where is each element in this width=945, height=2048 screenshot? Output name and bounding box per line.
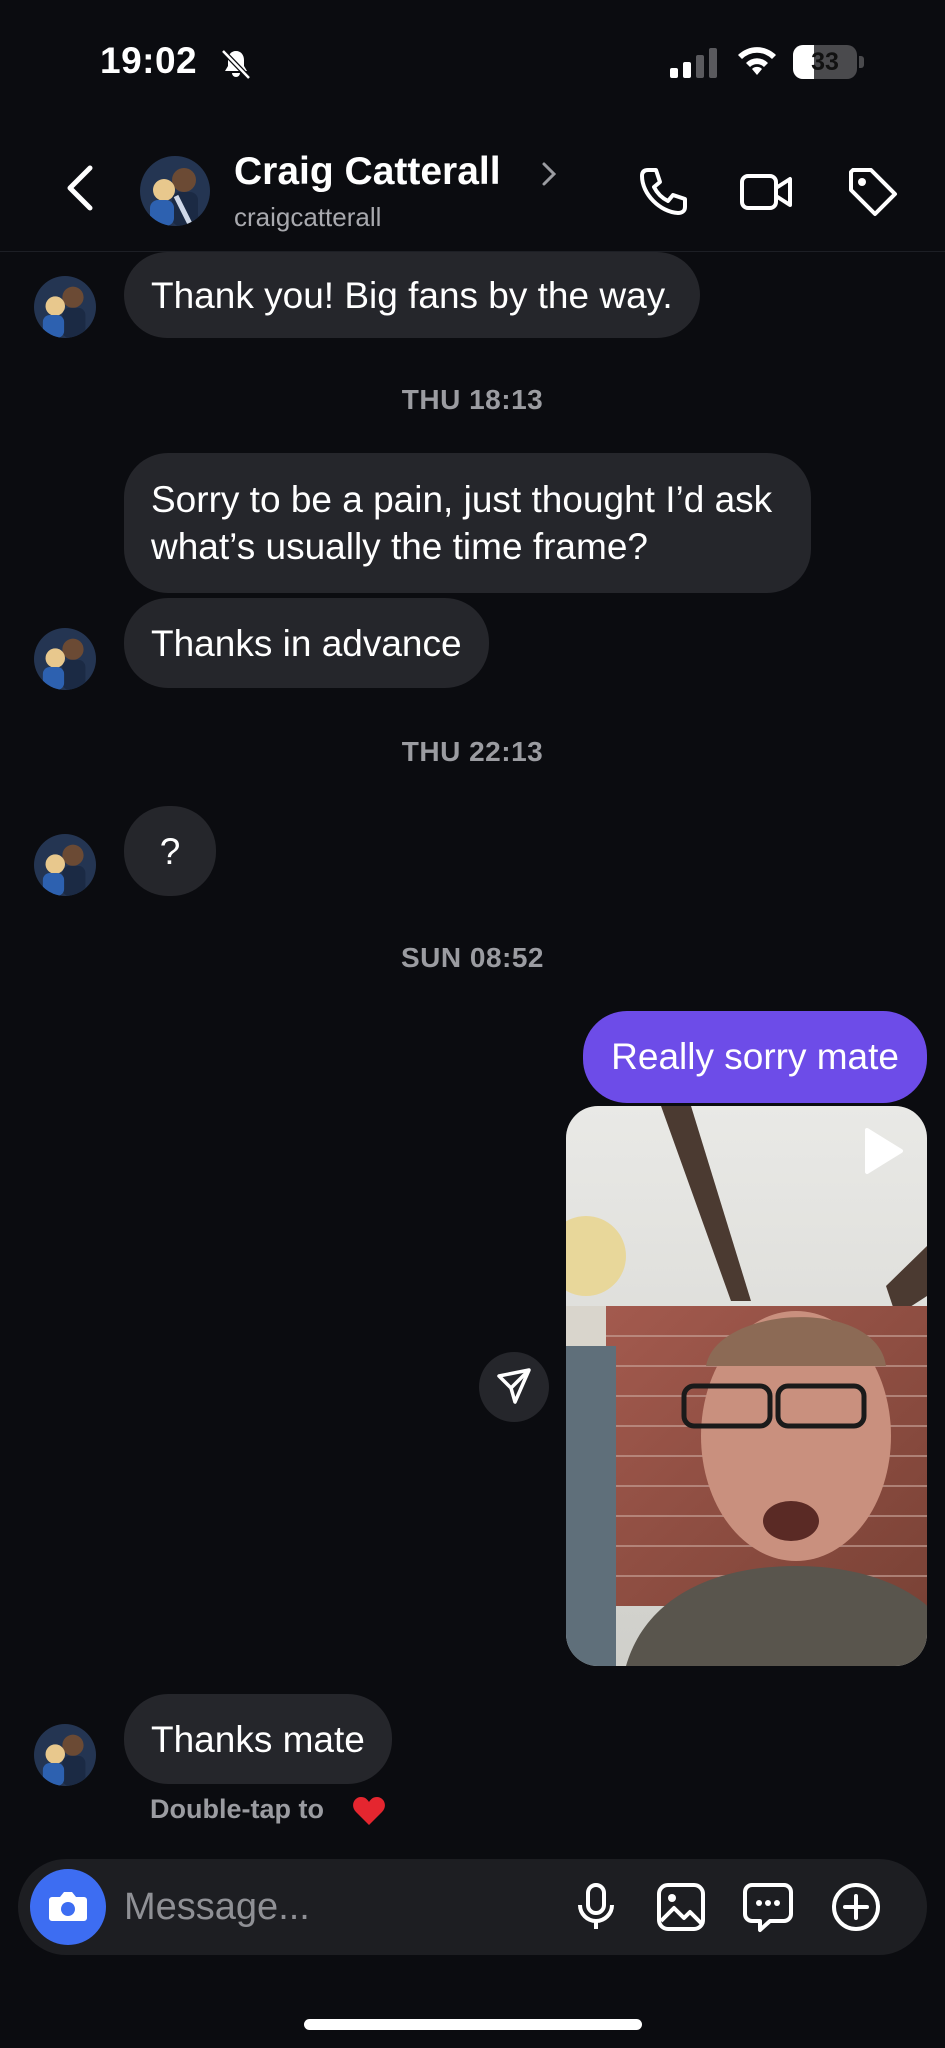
message-bubble-incoming[interactable]: Sorry to be a pain, just thought I’d ask…: [124, 453, 811, 593]
video-message[interactable]: [566, 1106, 927, 1666]
heart-icon[interactable]: [352, 1795, 386, 1827]
avatar[interactable]: [34, 834, 96, 896]
timestamp: THU 22:13: [401, 736, 544, 767]
avatar[interactable]: [140, 156, 210, 226]
message-bubble-incoming[interactable]: Thanks mate: [124, 1694, 392, 1784]
home-indicator[interactable]: [304, 2019, 642, 2030]
message-bubble-incoming[interactable]: Thank you! Big fans by the way.: [124, 252, 700, 338]
timestamp: THU 18:13: [401, 384, 544, 415]
video-thumbnail: [566, 1106, 927, 1666]
camera-button[interactable]: [30, 1869, 106, 1945]
avatar[interactable]: [34, 628, 96, 690]
message-composer: [18, 1859, 927, 1955]
battery-icon: 33: [793, 45, 865, 79]
message-bubble-incoming[interactable]: ?: [124, 806, 216, 896]
timestamp: SUN 08:52: [400, 942, 544, 973]
status-time: 19:02: [100, 40, 198, 81]
camera-icon: [49, 1892, 87, 1921]
wifi-icon: [738, 47, 776, 75]
contact-name[interactable]: Craig Catterall: [234, 150, 501, 194]
share-button[interactable]: [479, 1352, 549, 1422]
send-icon: [497, 1368, 531, 1404]
microphone-icon[interactable]: [568, 1879, 624, 1935]
cellular-signal-icon: [670, 48, 717, 78]
play-icon[interactable]: [855, 1124, 909, 1178]
status-bar: 19:02 33: [0, 0, 945, 120]
battery-percent: 33: [811, 48, 839, 76]
chat-header: Craig Catterall craigcatterall: [0, 120, 945, 252]
plus-circle-icon[interactable]: [828, 1879, 884, 1935]
avatar[interactable]: [34, 276, 96, 338]
sticker-icon[interactable]: [740, 1879, 796, 1935]
message-bubble-outgoing[interactable]: Really sorry mate: [583, 1011, 927, 1103]
video-camera-icon[interactable]: [738, 164, 794, 220]
bell-slash-icon: [221, 49, 251, 80]
message-bubble-incoming[interactable]: Thanks in advance: [124, 598, 489, 688]
back-chevron-icon[interactable]: [58, 162, 102, 214]
double-tap-hint: Double-tap to: [150, 1794, 324, 1824]
avatar[interactable]: [34, 1724, 96, 1786]
message-input[interactable]: [124, 1859, 564, 1955]
chevron-right-icon[interactable]: [540, 160, 558, 188]
tag-icon[interactable]: [845, 164, 901, 220]
contact-username[interactable]: craigcatterall: [234, 202, 381, 233]
image-icon[interactable]: [653, 1879, 709, 1935]
phone-icon[interactable]: [634, 164, 690, 220]
